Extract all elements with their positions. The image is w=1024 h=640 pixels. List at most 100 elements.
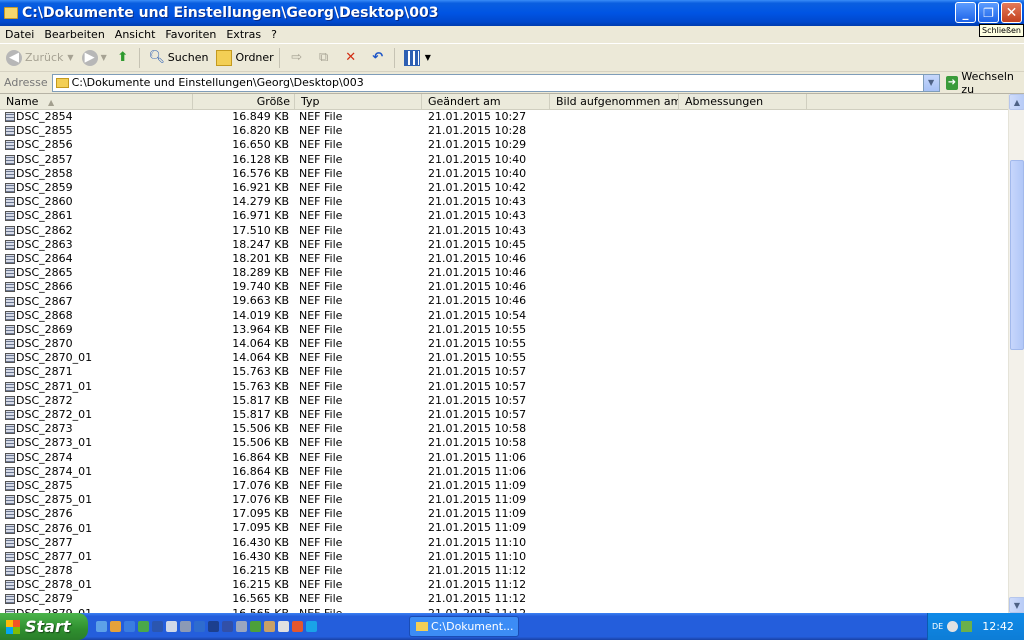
taskbar-window-button[interactable]: C:\Dokument...	[409, 616, 519, 637]
skype-icon[interactable]	[306, 621, 317, 632]
quicklaunch-icon[interactable]	[194, 621, 205, 632]
quicklaunch-icon[interactable]	[110, 621, 121, 632]
language-indicator[interactable]: DE	[932, 622, 943, 631]
file-row[interactable]: DSC_2872 15.817 KB NEF File 21.01.2015 10:5…	[0, 394, 1008, 408]
chrome-icon[interactable]	[292, 621, 303, 632]
file-row[interactable]: DSC_2869 13.964 KB NEF File 21.01.2015 10:5…	[0, 323, 1008, 337]
move-to-button[interactable]: ⇨	[287, 46, 310, 70]
window-controls: _ ❐ ✕	[955, 2, 1022, 23]
menu-datei[interactable]: Datei	[0, 28, 39, 41]
folders-button[interactable]: Ordner	[214, 46, 275, 70]
scroll-up-button[interactable]: ▲	[1009, 94, 1024, 110]
file-row[interactable]: DSC_2868 14.019 KB NEF File 21.01.2015 10:5…	[0, 309, 1008, 323]
undo-button[interactable]: ↶	[368, 46, 391, 70]
search-button[interactable]: 🔍︎ Suchen	[147, 46, 211, 70]
file-row[interactable]: DSC_2861 16.971 KB NEF File 21.01.2015 10:4…	[0, 209, 1008, 223]
scroll-down-button[interactable]: ▼	[1009, 597, 1024, 613]
file-row[interactable]: DSC_2873 15.506 KB NEF File 21.01.2015 10:5…	[0, 422, 1008, 436]
file-modified: 21.01.2015 11:09	[428, 521, 527, 535]
file-row[interactable]: DSC_2857 16.128 KB NEF File 21.01.2015 10:4…	[0, 153, 1008, 167]
column-header-size[interactable]: Größe	[193, 94, 295, 110]
file-row[interactable]: DSC_2873_01 15.506 KB NEF File 21.01.2015 1…	[0, 436, 1008, 450]
back-button[interactable]: ◀ Zurück ▼	[4, 46, 76, 70]
file-modified: 21.01.2015 11:06	[428, 450, 527, 464]
file-icon	[5, 253, 15, 264]
close-button[interactable]: ✕	[1001, 2, 1022, 23]
file-row[interactable]: DSC_2860 14.279 KB NEF File 21.01.2015 10:4…	[0, 195, 1008, 209]
minimize-button[interactable]: _	[955, 2, 976, 23]
file-row[interactable]: DSC_2874 16.864 KB NEF File 21.01.2015 11:0…	[0, 451, 1008, 465]
quicklaunch-icon[interactable]	[264, 621, 275, 632]
copy-to-button[interactable]: ⧉	[314, 46, 337, 70]
quicklaunch-icon[interactable]	[152, 621, 163, 632]
maximize-button[interactable]: ❐	[978, 2, 999, 23]
file-name: DSC_2872	[16, 393, 73, 407]
file-row[interactable]: DSC_2862 17.510 KB NEF File 21.01.2015 10:4…	[0, 224, 1008, 238]
quicklaunch-icon[interactable]	[96, 621, 107, 632]
file-row[interactable]: DSC_2863 18.247 KB NEF File 21.01.2015 10:4…	[0, 238, 1008, 252]
vertical-scrollbar[interactable]: ▲ ▼	[1008, 94, 1024, 613]
delete-button[interactable]: ✕	[341, 46, 364, 70]
column-header-taken[interactable]: Bild aufgenommen am	[550, 94, 679, 110]
file-icon	[5, 381, 15, 392]
back-dropdown-icon[interactable]: ▼	[67, 53, 73, 62]
file-row[interactable]: DSC_2878 16.215 KB NEF File 21.01.2015 11:1…	[0, 564, 1008, 578]
start-button[interactable]: Start	[0, 613, 88, 640]
forward-button[interactable]: ▶ ▼	[80, 46, 109, 70]
go-button[interactable]: ➜ Wechseln zu	[945, 70, 1024, 96]
file-row[interactable]: DSC_2874_01 16.864 KB NEF File 21.01.2015 1…	[0, 465, 1008, 479]
file-row[interactable]: DSC_2865 18.289 KB NEF File 21.01.2015 10:4…	[0, 266, 1008, 280]
column-header-name[interactable]: Name ▲	[0, 94, 193, 110]
quicklaunch-icon[interactable]	[166, 621, 177, 632]
file-row[interactable]: DSC_2867 19.663 KB NEF File 21.01.2015 10:4…	[0, 294, 1008, 308]
file-row[interactable]: DSC_2859 16.921 KB NEF File 21.01.2015 10:4…	[0, 181, 1008, 195]
file-row[interactable]: DSC_2864 18.201 KB NEF File 21.01.2015 10:4…	[0, 252, 1008, 266]
file-row[interactable]: DSC_2879 16.565 KB NEF File 21.01.2015 11:1…	[0, 592, 1008, 606]
menu-bearbeiten[interactable]: Bearbeiten	[39, 28, 109, 41]
scroll-thumb[interactable]	[1010, 160, 1024, 350]
file-row[interactable]: DSC_2875_01 17.076 KB NEF File 21.01.2015 1…	[0, 493, 1008, 507]
menu-favoriten[interactable]: Favoriten	[160, 28, 221, 41]
file-row[interactable]: DSC_2870 14.064 KB NEF File 21.01.2015 10:5…	[0, 337, 1008, 351]
menu-help[interactable]: ?	[266, 28, 282, 41]
file-row[interactable]: DSC_2872_01 15.817 KB NEF File 21.01.2015 1…	[0, 408, 1008, 422]
quicklaunch-icon[interactable]	[208, 621, 219, 632]
file-row[interactable]: DSC_2855 16.820 KB NEF File 21.01.2015 10:2…	[0, 124, 1008, 138]
menu-ansicht[interactable]: Ansicht	[110, 28, 161, 41]
file-row[interactable]: DSC_2876 17.095 KB NEF File 21.01.2015 11:0…	[0, 507, 1008, 521]
column-header-dimensions[interactable]: Abmessungen	[679, 94, 807, 110]
file-row[interactable]: DSC_2866 19.740 KB NEF File 21.01.2015 10:4…	[0, 280, 1008, 294]
views-button[interactable]: ▼	[402, 46, 433, 70]
menu-extras[interactable]: Extras	[221, 28, 266, 41]
tray-icon[interactable]	[961, 621, 973, 632]
quicklaunch-icon[interactable]	[138, 621, 149, 632]
file-row[interactable]: DSC_2871 15.763 KB NEF File 21.01.2015 10:5…	[0, 365, 1008, 379]
file-icon	[5, 466, 15, 477]
file-row[interactable]: DSC_2877_01 16.430 KB NEF File 21.01.2015 1…	[0, 550, 1008, 564]
forward-dropdown-icon[interactable]: ▼	[101, 53, 107, 62]
file-row[interactable]: DSC_2876_01 17.095 KB NEF File 21.01.2015 1…	[0, 521, 1008, 535]
quicklaunch-icon[interactable]	[222, 621, 233, 632]
quicklaunch-icon[interactable]	[180, 621, 191, 632]
file-row[interactable]: DSC_2871_01 15.763 KB NEF File 21.01.2015 1…	[0, 380, 1008, 394]
ie-icon[interactable]	[124, 621, 135, 632]
column-header-type[interactable]: Typ	[295, 94, 422, 110]
file-row[interactable]: DSC_2878_01 16.215 KB NEF File 21.01.2015 1…	[0, 578, 1008, 592]
file-row[interactable]: DSC_2875 17.076 KB NEF File 21.01.2015 11:0…	[0, 479, 1008, 493]
file-type: NEF File	[299, 251, 343, 265]
file-row[interactable]: DSC_2856 16.650 KB NEF File 21.01.2015 10:2…	[0, 138, 1008, 152]
quicklaunch-icon[interactable]	[250, 621, 261, 632]
file-icon	[5, 268, 15, 279]
file-type: NEF File	[299, 152, 343, 166]
column-header-modified[interactable]: Geändert am	[422, 94, 550, 110]
file-row[interactable]: DSC_2870_01 14.064 KB NEF File 21.01.2015 1…	[0, 351, 1008, 365]
address-dropdown-icon[interactable]: ▼	[922, 74, 939, 91]
up-button[interactable]: ⬆	[113, 46, 136, 70]
quicklaunch-icon[interactable]	[278, 621, 289, 632]
file-row[interactable]: DSC_2854 16.849 KB NEF File 21.01.2015 10:2…	[0, 110, 1008, 124]
file-row[interactable]: DSC_2877 16.430 KB NEF File 21.01.2015 11:1…	[0, 536, 1008, 550]
address-input[interactable]: C:\Dokumente und Einstellungen\Georg\Des…	[51, 73, 940, 92]
quicklaunch-icon[interactable]	[236, 621, 247, 632]
tray-icon[interactable]	[947, 621, 959, 632]
file-row[interactable]: DSC_2858 16.576 KB NEF File 21.01.2015 10:4…	[0, 167, 1008, 181]
